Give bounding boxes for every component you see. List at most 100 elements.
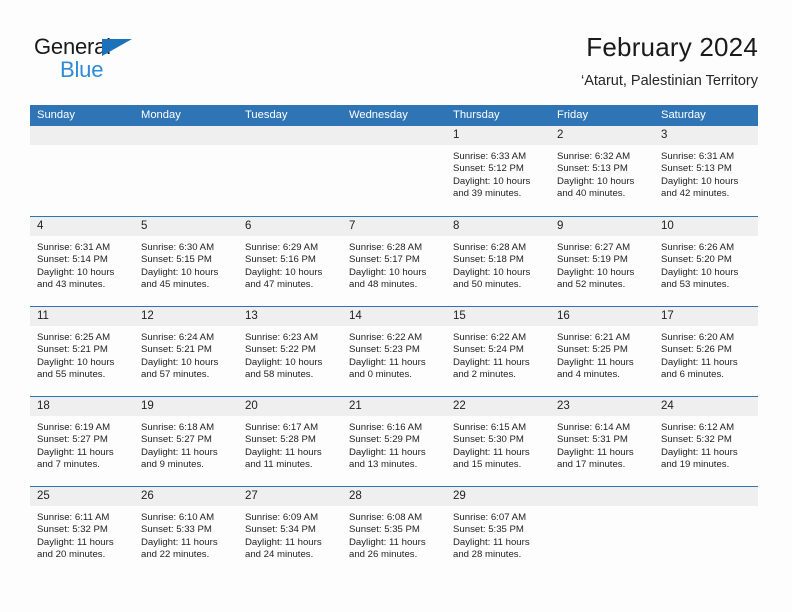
day-daylight-line1: Daylight: 11 hours <box>245 446 322 458</box>
day-sunset: Sunset: 5:25 PM <box>557 344 628 356</box>
day-sunrise: Sunrise: 6:15 AM <box>453 422 527 433</box>
calendar-day-cell[interactable]: 22 Sunrise: 6:15 AM Sunset: 5:30 PM Dayligh… <box>446 397 550 486</box>
day-sunset: Sunset: 5:13 PM <box>557 163 628 175</box>
calendar-grid: Sunday Monday Tuesday Wednesday Thursday… <box>30 105 758 576</box>
day-daylight-line1: Daylight: 11 hours <box>245 536 322 548</box>
day-sunset: Sunset: 5:27 PM <box>141 434 212 446</box>
day-daylight-line2: and 19 minutes. <box>661 459 730 471</box>
day-daylight-line2: and 13 minutes. <box>349 459 418 471</box>
day-number: 16 <box>550 307 654 326</box>
day-number: 23 <box>550 397 654 416</box>
weekday-header-thursday: Thursday <box>453 109 500 121</box>
calendar-day-cell[interactable]: 21 Sunrise: 6:16 AM Sunset: 5:29 PM Dayligh… <box>342 397 446 486</box>
calendar-day-cell[interactable]: 9 Sunrise: 6:27 AM Sunset: 5:19 PM Daylight… <box>550 217 654 306</box>
day-daylight-line1: Daylight: 11 hours <box>661 356 738 368</box>
calendar-day-cell[interactable]: 20 Sunrise: 6:17 AM Sunset: 5:28 PM Dayligh… <box>238 397 342 486</box>
day-number: 19 <box>134 397 238 416</box>
calendar-day-cell[interactable]: 23 Sunrise: 6:14 AM Sunset: 5:31 PM Dayligh… <box>550 397 654 486</box>
day-sunset: Sunset: 5:32 PM <box>661 434 732 446</box>
calendar-day-cell[interactable]: 18 Sunrise: 6:19 AM Sunset: 5:27 PM Dayligh… <box>30 397 134 486</box>
day-details: Sunrise: 6:22 AM Sunset: 5:24 PM Daylight:… <box>446 326 550 381</box>
day-details: Sunrise: 6:27 AM Sunset: 5:19 PM Daylight:… <box>550 236 654 291</box>
calendar-day-cell[interactable]: 14 Sunrise: 6:22 AM Sunset: 5:23 PM Dayligh… <box>342 307 446 396</box>
day-details: Sunrise: 6:14 AM Sunset: 5:31 PM Daylight:… <box>550 416 654 471</box>
day-number: 14 <box>342 307 446 326</box>
day-daylight-line2: and 40 minutes. <box>557 188 626 200</box>
day-details: Sunrise: 6:11 AM Sunset: 5:32 PM Daylight:… <box>30 506 134 561</box>
calendar-day-cell[interactable]: 29 Sunrise: 6:07 AM Sunset: 5:35 PM Dayligh… <box>446 487 550 576</box>
day-daylight-line2: and 11 minutes. <box>245 459 313 471</box>
day-daylight-line1: Daylight: 11 hours <box>37 446 114 458</box>
day-daylight-line2: and 2 minutes. <box>453 369 516 381</box>
day-number: 11 <box>30 307 134 326</box>
calendar-day-cell[interactable]: 12 Sunrise: 6:24 AM Sunset: 5:21 PM Dayligh… <box>134 307 238 396</box>
calendar-day-cell[interactable]: 1 Sunrise: 6:33 AM Sunset: 5:12 PM Daylight… <box>446 126 550 216</box>
calendar-day-cell[interactable]: 17 Sunrise: 6:20 AM Sunset: 5:26 PM Dayligh… <box>654 307 758 396</box>
day-number: 8 <box>446 217 550 236</box>
calendar-day-cell[interactable]: 27 Sunrise: 6:09 AM Sunset: 5:34 PM Dayligh… <box>238 487 342 576</box>
calendar-day-cell-empty <box>30 126 134 216</box>
weekday-header-saturday: Saturday <box>661 109 706 121</box>
general-blue-logo[interactable]: General Blue <box>34 34 154 86</box>
day-details: Sunrise: 6:15 AM Sunset: 5:30 PM Daylight:… <box>446 416 550 471</box>
day-daylight-line1: Daylight: 11 hours <box>349 356 426 368</box>
weekday-header-tuesday: Tuesday <box>245 109 288 121</box>
page-title: February 2024 <box>586 32 758 62</box>
calendar-day-cell-empty <box>342 126 446 216</box>
day-daylight-line2: and 7 minutes. <box>37 459 100 471</box>
calendar-day-cell[interactable]: 28 Sunrise: 6:08 AM Sunset: 5:35 PM Dayligh… <box>342 487 446 576</box>
calendar-day-cell[interactable]: 11 Sunrise: 6:25 AM Sunset: 5:21 PM Dayligh… <box>30 307 134 396</box>
calendar-day-cell[interactable]: 15 Sunrise: 6:22 AM Sunset: 5:24 PM Dayligh… <box>446 307 550 396</box>
day-details: Sunrise: 6:23 AM Sunset: 5:22 PM Daylight:… <box>238 326 342 381</box>
calendar-day-cell[interactable]: 4 Sunrise: 6:31 AM Sunset: 5:14 PM Daylight… <box>30 217 134 306</box>
day-number: 5 <box>134 217 238 236</box>
day-daylight-line1: Daylight: 11 hours <box>661 446 738 458</box>
day-sunset: Sunset: 5:31 PM <box>557 434 628 446</box>
day-daylight-line2: and 0 minutes. <box>349 369 412 381</box>
day-daylight-line2: and 22 minutes. <box>141 549 210 561</box>
calendar-day-cell-empty <box>654 487 758 576</box>
day-daylight-line1: Daylight: 10 hours <box>557 266 635 278</box>
logo-triangle-icon <box>102 39 132 56</box>
day-daylight-line2: and 15 minutes. <box>453 459 522 471</box>
day-sunrise: Sunrise: 6:25 AM <box>37 332 111 343</box>
day-details: Sunrise: 6:31 AM Sunset: 5:13 PM Daylight:… <box>654 145 758 200</box>
day-details: Sunrise: 6:09 AM Sunset: 5:34 PM Daylight:… <box>238 506 342 561</box>
day-number: 24 <box>654 397 758 416</box>
day-daylight-line1: Daylight: 11 hours <box>453 536 530 548</box>
day-number: 2 <box>550 126 654 145</box>
day-details <box>238 145 342 151</box>
day-daylight-line1: Daylight: 10 hours <box>661 175 739 187</box>
calendar-day-cell[interactable]: 13 Sunrise: 6:23 AM Sunset: 5:22 PM Dayligh… <box>238 307 342 396</box>
day-daylight-line1: Daylight: 10 hours <box>453 266 531 278</box>
day-details: Sunrise: 6:31 AM Sunset: 5:14 PM Daylight:… <box>30 236 134 291</box>
day-sunrise: Sunrise: 6:14 AM <box>557 422 631 433</box>
calendar-day-cell[interactable]: 6 Sunrise: 6:29 AM Sunset: 5:16 PM Daylight… <box>238 217 342 306</box>
day-number: 25 <box>30 487 134 506</box>
calendar-day-cell[interactable]: 26 Sunrise: 6:10 AM Sunset: 5:33 PM Dayligh… <box>134 487 238 576</box>
calendar-day-cell[interactable]: 8 Sunrise: 6:28 AM Sunset: 5:18 PM Daylight… <box>446 217 550 306</box>
day-daylight-line1: Daylight: 10 hours <box>141 266 219 278</box>
day-number: 15 <box>446 307 550 326</box>
calendar-day-cell[interactable]: 2 Sunrise: 6:32 AM Sunset: 5:13 PM Daylight… <box>550 126 654 216</box>
day-details: Sunrise: 6:28 AM Sunset: 5:17 PM Daylight:… <box>342 236 446 291</box>
calendar-week-row: 18 Sunrise: 6:19 AM Sunset: 5:27 PM Dayligh… <box>30 396 758 486</box>
day-details: Sunrise: 6:21 AM Sunset: 5:25 PM Daylight:… <box>550 326 654 381</box>
calendar-day-cell[interactable]: 16 Sunrise: 6:21 AM Sunset: 5:25 PM Dayligh… <box>550 307 654 396</box>
calendar-day-cell[interactable]: 5 Sunrise: 6:30 AM Sunset: 5:15 PM Daylight… <box>134 217 238 306</box>
calendar-day-cell[interactable]: 19 Sunrise: 6:18 AM Sunset: 5:27 PM Dayligh… <box>134 397 238 486</box>
day-sunrise: Sunrise: 6:11 AM <box>37 512 110 523</box>
calendar-week-row: 25 Sunrise: 6:11 AM Sunset: 5:32 PM Dayligh… <box>30 486 758 576</box>
day-daylight-line2: and 24 minutes. <box>245 549 314 561</box>
calendar-day-cell[interactable]: 24 Sunrise: 6:12 AM Sunset: 5:32 PM Dayligh… <box>654 397 758 486</box>
day-sunset: Sunset: 5:35 PM <box>349 524 420 536</box>
day-number <box>238 126 342 145</box>
day-number: 4 <box>30 217 134 236</box>
day-details: Sunrise: 6:30 AM Sunset: 5:15 PM Daylight:… <box>134 236 238 291</box>
day-sunrise: Sunrise: 6:12 AM <box>661 422 735 433</box>
calendar-day-cell[interactable]: 10 Sunrise: 6:26 AM Sunset: 5:20 PM Dayligh… <box>654 217 758 306</box>
calendar-day-cell[interactable]: 25 Sunrise: 6:11 AM Sunset: 5:32 PM Dayligh… <box>30 487 134 576</box>
calendar-day-cell[interactable]: 7 Sunrise: 6:28 AM Sunset: 5:17 PM Daylight… <box>342 217 446 306</box>
day-sunrise: Sunrise: 6:30 AM <box>141 242 215 253</box>
calendar-day-cell[interactable]: 3 Sunrise: 6:31 AM Sunset: 5:13 PM Daylight… <box>654 126 758 216</box>
